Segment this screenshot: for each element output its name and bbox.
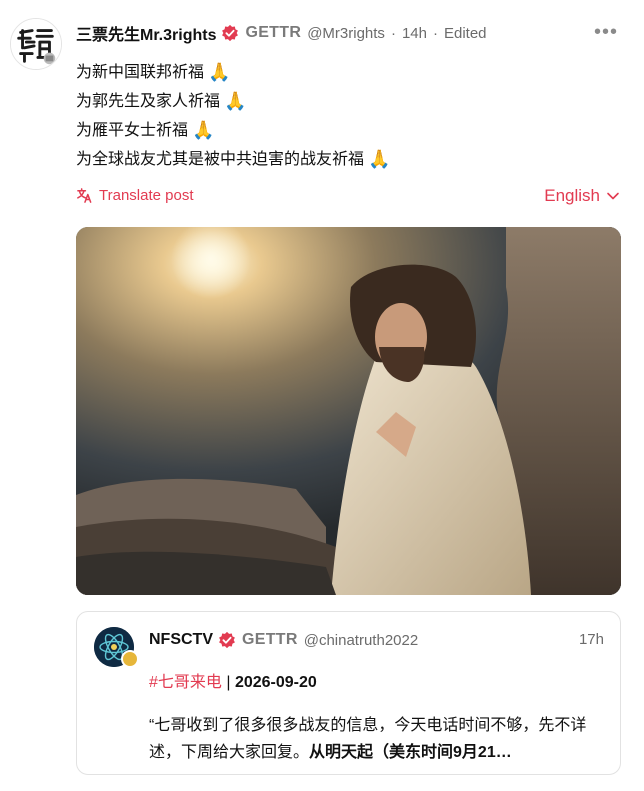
- translate-post-button[interactable]: Translate post: [76, 187, 194, 204]
- praying-hands-icon: 🙏: [368, 149, 391, 169]
- post-line-text: 为新中国联邦祈福: [76, 64, 205, 81]
- quoted-body-bold: 从明天起（美东时间9月21…: [309, 744, 512, 761]
- post-line: 为郭先生及家人祈福 🙏: [76, 87, 616, 116]
- quoted-post[interactable]: NFSCTV GETTR @chinatruth2022 17h #七哥来电 |…: [76, 611, 621, 775]
- platform-tag: GETTR: [242, 631, 298, 648]
- more-horizontal-icon[interactable]: •••: [594, 22, 618, 42]
- post-line: 为新中国联邦祈福 🙏: [76, 58, 616, 87]
- calligraphy-avatar-image: [11, 19, 61, 69]
- post-image[interactable]: [76, 227, 621, 595]
- quoted-date: 2026-09-20: [234, 674, 317, 691]
- quoted-display-name[interactable]: NFSCTV: [149, 631, 213, 649]
- hashtag-link[interactable]: #七哥来电: [149, 674, 222, 691]
- divider: |: [221, 674, 235, 691]
- edited-label: Edited: [443, 24, 487, 42]
- translate-label: Translate post: [99, 187, 194, 204]
- platform-tag: GETTR: [245, 24, 302, 41]
- separator-dot: ·: [432, 24, 438, 42]
- post-line-text: 为雁平女士祈福: [76, 122, 189, 139]
- praying-figure-image: [76, 227, 621, 595]
- verified-badge-icon: [222, 24, 239, 42]
- verified-badge-icon: [219, 631, 235, 649]
- user-handle[interactable]: @Mr3rights: [307, 25, 385, 42]
- language-select[interactable]: English: [544, 186, 620, 206]
- chevron-down-icon: [607, 192, 619, 200]
- post-line-text: 为郭先生及家人祈福: [76, 93, 221, 110]
- quoted-header: NFSCTV GETTR @chinatruth2022 17h: [149, 631, 604, 649]
- quoted-handle[interactable]: @chinatruth2022: [304, 632, 418, 649]
- post-time[interactable]: 14h: [402, 25, 427, 42]
- separator-dot: ·: [390, 24, 396, 42]
- quoted-time[interactable]: 17h: [579, 631, 604, 648]
- quoted-headline: #七哥来电 | 2026-09-20: [149, 668, 317, 692]
- praying-hands-icon: 🙏: [192, 120, 215, 140]
- badge-icon: [121, 650, 139, 668]
- translate-icon: [77, 188, 92, 203]
- quoted-body: “七哥收到了很多很多战友的信息，今天电话时间不够，先不详述，下周给大家回复。从明…: [149, 712, 605, 766]
- post-line: 为全球战友尤其是被中共迫害的战友祈福 🙏: [76, 145, 616, 174]
- praying-hands-icon: 🙏: [224, 91, 247, 111]
- praying-hands-icon: 🙏: [208, 62, 231, 82]
- post-line: 为雁平女士祈福 🙏: [76, 116, 616, 145]
- display-name[interactable]: 三票先生Mr.3rights: [76, 21, 216, 45]
- user-avatar[interactable]: [10, 18, 62, 70]
- post-header: 三票先生Mr.3rights GETTR @Mr3rights · 14h · …: [76, 22, 624, 44]
- post-card: 三票先生Mr.3rights GETTR @Mr3rights · 14h · …: [0, 0, 644, 791]
- post-line-text: 为全球战友尤其是被中共迫害的战友祈福: [76, 151, 365, 168]
- post-body: 为新中国联邦祈福 🙏 为郭先生及家人祈福 🙏 为雁平女士祈福 🙏 为全球战友尤其…: [76, 58, 616, 174]
- language-label: English: [544, 186, 600, 205]
